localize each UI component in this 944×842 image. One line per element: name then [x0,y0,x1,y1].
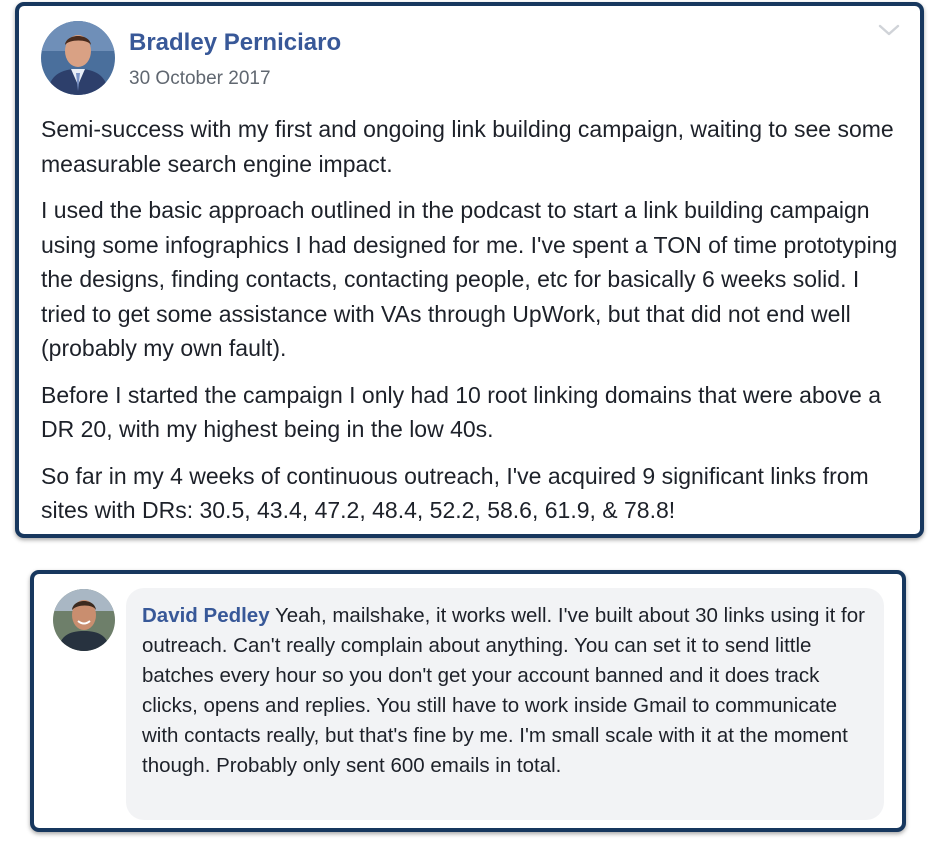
post-paragraph: Before I started the campaign I only had… [41,381,882,443]
person-avatar-icon [41,21,115,95]
post-author-name[interactable]: Bradley Perniciaro [129,29,341,57]
post-paragraph: Semi-success with my first and ongoing l… [41,116,894,177]
chevron-down-icon[interactable] [877,22,901,38]
post-body: Semi-success with my first and ongoing l… [41,112,909,540]
post-author-avatar[interactable] [41,21,115,95]
comment-text: Yeah, mailshake, it works well. I've bui… [142,604,865,777]
comment-author-avatar[interactable] [53,589,115,651]
comment-card: David Pedley Yeah, mailshake, it works w… [30,570,906,832]
post-paragraph: I used the basic approach outlined in th… [41,197,898,361]
person-avatar-icon [53,589,115,651]
comment-author-name[interactable]: David Pedley [142,604,270,627]
comment-bubble: David Pedley Yeah, mailshake, it works w… [126,588,884,820]
post-card: Bradley Perniciaro 30 October 2017 Semi-… [15,2,924,538]
post-timestamp[interactable]: 30 October 2017 [129,68,271,90]
post-paragraph: So far in my 4 weeks of continuous outre… [41,462,869,524]
